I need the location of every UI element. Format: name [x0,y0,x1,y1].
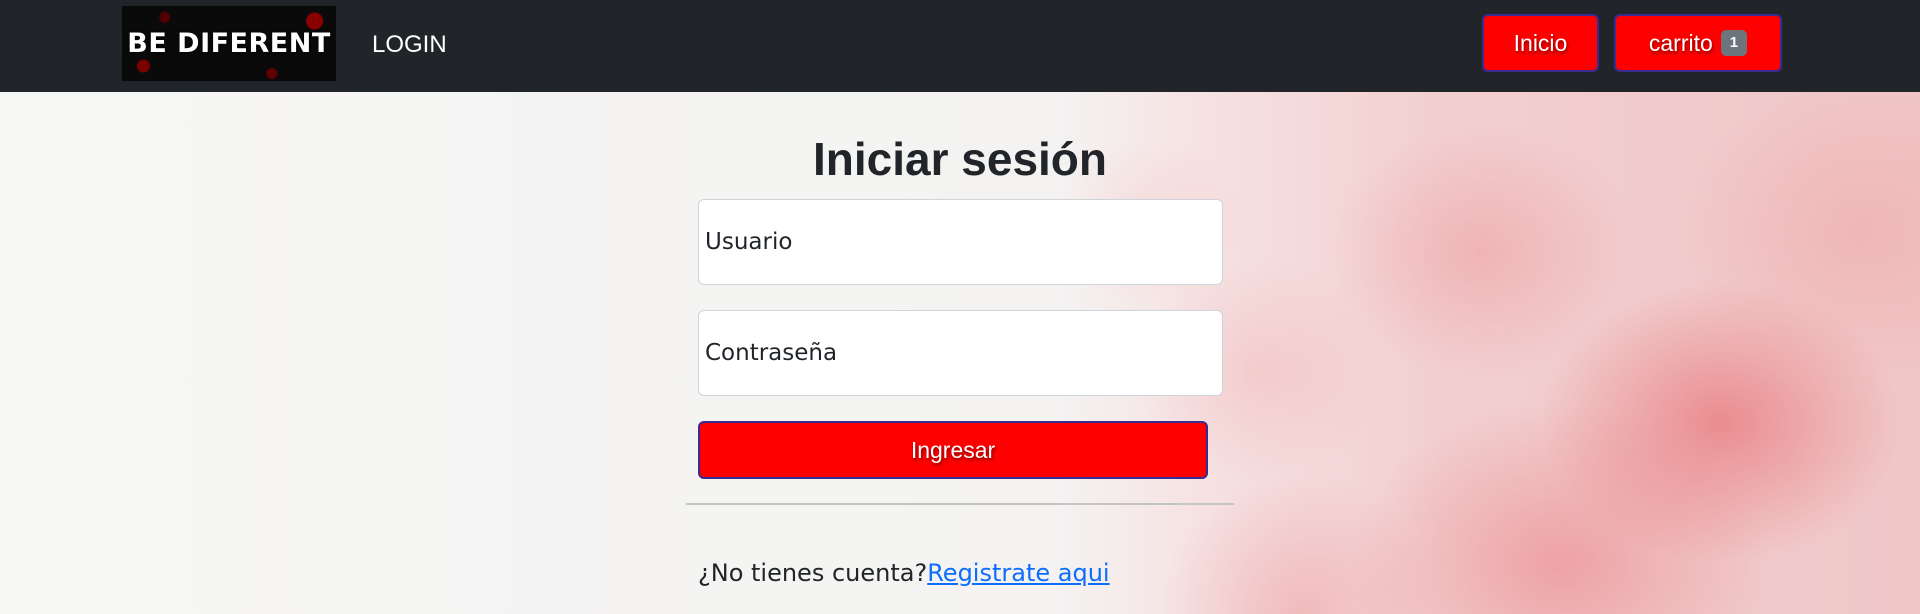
cart-count-badge: 1 [1720,30,1748,56]
username-field[interactable] [698,199,1223,285]
brand-text: BE DIFERENT [127,28,331,59]
form-divider [686,503,1234,505]
cart-button-label: carrito [1648,29,1713,56]
login-submit-label: Ingresar [910,436,996,463]
top-navbar: BE DIFERENT LOGIN Inicio carrito 1 [0,0,1920,92]
cart-button[interactable]: carrito 1 [1614,14,1782,72]
login-submit-button[interactable]: Ingresar [698,421,1208,479]
page-title: Iniciar sesión [812,133,1107,185]
inicio-button[interactable]: Inicio [1482,14,1599,72]
no-account-text: ¿No tienes cuenta? [698,559,928,587]
password-field[interactable] [698,310,1223,396]
inicio-button-label: Inicio [1513,29,1568,56]
brand-logo[interactable]: BE DIFERENT [122,6,336,81]
register-prompt: ¿No tienes cuenta?Registrate aqui [698,559,1110,587]
register-link[interactable]: Registrate aqui [927,559,1109,587]
nav-login-link[interactable]: LOGIN [372,30,447,60]
